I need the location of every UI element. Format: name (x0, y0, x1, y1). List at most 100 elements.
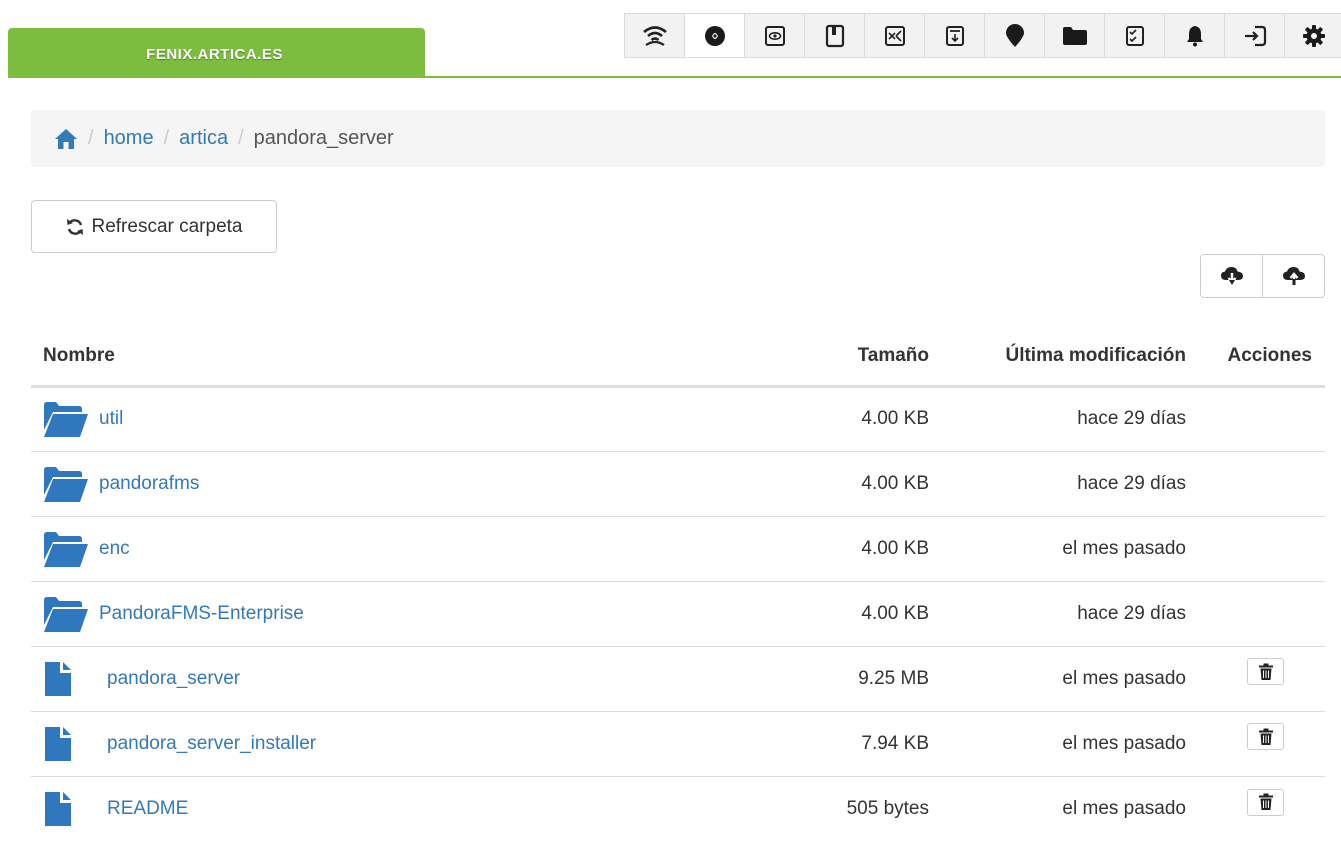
folder-icon (1062, 26, 1087, 45)
name-cell: PandoraFMS-Enterprise (43, 594, 774, 634)
name-cell: pandora_server_installer (43, 724, 774, 764)
cell-actions (1198, 580, 1325, 646)
cell-actions (1198, 450, 1325, 516)
cell-size: 4.00 KB (786, 515, 941, 581)
file-table: Nombre Tamaño Última modificación Accion… (31, 328, 1325, 841)
name-cell: pandorafms (43, 464, 774, 504)
nav-folder[interactable] (1045, 14, 1105, 57)
table-row: PandoraFMS-Enterprise 4.00 KB hace 29 días (31, 580, 1325, 646)
delete-button[interactable] (1247, 658, 1284, 686)
bell-icon (1186, 25, 1203, 46)
cell-name: PandoraFMS-Enterprise (31, 580, 786, 646)
name-cell: README (43, 789, 774, 829)
cell-modified: el mes pasado (941, 645, 1198, 711)
trash-icon (1258, 728, 1273, 745)
folder-link[interactable]: enc (99, 538, 130, 560)
table-row: util 4.00 KB hace 29 días (31, 385, 1325, 451)
column-header-modified[interactable]: Última modificación (941, 328, 1198, 388)
cell-name: pandora_server (31, 645, 786, 711)
cell-modified: hace 29 días (941, 580, 1198, 646)
cell-name: README (31, 775, 786, 841)
eye-half-icon (704, 25, 725, 46)
trash-icon (1258, 793, 1273, 810)
hostname-tab: FENIX.ARTICA.ES (8, 28, 425, 77)
table-row: pandora_server_installer 7.94 KB el mes pa… (31, 710, 1325, 776)
file-link[interactable]: README (107, 798, 188, 820)
cell-size: 4.00 KB (786, 450, 941, 516)
folder-open-icon (44, 596, 88, 632)
refresh-icon (67, 218, 84, 235)
table-row: README 505 bytes el mes pasado (31, 775, 1325, 841)
nav-settings[interactable] (1285, 14, 1341, 57)
file-entry-icon[interactable] (43, 659, 89, 699)
refresh-folder-button[interactable]: Refrescar carpeta (31, 200, 277, 253)
nav-chart[interactable] (865, 14, 925, 57)
nav-logout[interactable] (1225, 14, 1285, 57)
breadcrumb-separator: / (238, 127, 244, 149)
cell-size: 9.25 MB (786, 645, 941, 711)
name-cell: enc (43, 529, 774, 569)
breadcrumb: / home / artica / pandora_server (31, 110, 1325, 167)
download-button[interactable] (1201, 255, 1262, 297)
nav-wifi[interactable] (625, 14, 685, 57)
delete-button[interactable] (1247, 723, 1284, 751)
bookmark-icon (825, 24, 844, 47)
transfer-button-group (1200, 254, 1325, 298)
map-marker-icon (1005, 23, 1024, 47)
breadcrumb-current: pandora_server (253, 127, 394, 149)
cell-modified: el mes pasado (941, 775, 1198, 841)
nav-checklist[interactable] (1105, 14, 1165, 57)
folder-link[interactable]: PandoraFMS-Enterprise (99, 603, 304, 625)
cell-size: 4.00 KB (786, 580, 941, 646)
column-header-actions: Acciones (1198, 328, 1325, 388)
hostname-label: FENIX.ARTICA.ES (146, 46, 283, 63)
nav-eye-half[interactable] (685, 14, 745, 57)
file-link[interactable]: pandora_server_installer (107, 733, 316, 755)
chart-icon (884, 25, 905, 46)
cell-name: pandora_server_installer (31, 710, 786, 776)
file-link[interactable]: pandora_server (107, 668, 240, 690)
cloud-download-icon (1220, 267, 1243, 285)
breadcrumb-separator: / (88, 127, 94, 149)
wifi-icon (642, 25, 667, 46)
upload-button[interactable] (1262, 255, 1324, 297)
folder-open-icon (44, 402, 88, 437)
gear-icon (1302, 24, 1325, 47)
cell-name: util (31, 385, 786, 451)
nav-download-box[interactable] (925, 14, 985, 57)
breadcrumb-item-artica[interactable]: artica (179, 127, 228, 150)
folder-entry-icon[interactable] (43, 464, 89, 504)
table-header-row: Nombre Tamaño Última modificación Accion… (31, 328, 1325, 388)
column-header-name[interactable]: Nombre (31, 328, 786, 388)
trash-icon (1258, 663, 1273, 680)
nav-bookmark[interactable] (805, 14, 865, 57)
column-header-size[interactable]: Tamaño (786, 328, 941, 388)
name-cell: pandora_server (43, 659, 774, 699)
table-row: enc 4.00 KB el mes pasado (31, 515, 1325, 581)
download-box-icon (945, 25, 964, 46)
folder-entry-icon[interactable] (43, 529, 89, 569)
file-icon (45, 726, 71, 761)
breadcrumb-home[interactable] (54, 128, 78, 150)
header-divider (8, 76, 1341, 78)
cell-size: 7.94 KB (786, 710, 941, 776)
cell-actions (1198, 645, 1325, 711)
nav-bell[interactable] (1165, 14, 1225, 57)
top-icon-bar (624, 13, 1341, 58)
cell-modified: hace 29 días (941, 450, 1198, 516)
file-entry-icon[interactable] (43, 789, 89, 829)
nav-view[interactable] (745, 14, 805, 57)
nav-map[interactable] (985, 14, 1045, 57)
folder-link[interactable]: pandorafms (99, 473, 199, 495)
cell-modified: el mes pasado (941, 710, 1198, 776)
folder-entry-icon[interactable] (43, 594, 89, 634)
folder-entry-icon[interactable] (43, 399, 89, 439)
folder-open-icon (44, 466, 88, 502)
breadcrumb-item-home[interactable]: home (104, 127, 154, 150)
table-row: pandorafms 4.00 KB hace 29 días (31, 450, 1325, 516)
name-cell: util (43, 399, 774, 439)
folder-link[interactable]: util (99, 408, 123, 430)
cell-name: pandorafms (31, 450, 786, 516)
file-entry-icon[interactable] (43, 724, 89, 764)
delete-button[interactable] (1247, 788, 1284, 816)
